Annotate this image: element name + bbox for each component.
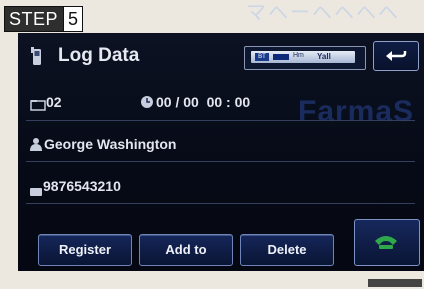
step-badge: STEP 5 <box>4 6 84 32</box>
delete-button[interactable]: Delete <box>240 234 334 266</box>
register-button[interactable]: Register <box>38 234 132 266</box>
person-icon <box>30 137 42 156</box>
phone-handset-icon <box>30 47 44 72</box>
back-arrow-icon <box>384 48 408 69</box>
divider <box>26 120 415 121</box>
signal-status: Yall <box>317 52 331 61</box>
log-data-screen: FarmaS Log Data BT Hm Yall 02 00 / 00 00… <box>18 33 424 271</box>
status-icon: BT Hm Yall <box>251 51 355 63</box>
image-code-tag <box>368 279 422 287</box>
divider <box>26 203 415 204</box>
divider <box>26 161 415 162</box>
call-datetime: 00 / 00 00 : 00 <box>156 94 251 110</box>
phone-number-icon <box>30 183 42 201</box>
call-button[interactable] <box>354 219 420 266</box>
roaming-status: Hm <box>293 52 304 59</box>
back-button[interactable] <box>373 41 419 71</box>
call-icon <box>373 233 399 256</box>
battery-icon <box>273 54 289 60</box>
page-title: Log Data <box>58 45 140 66</box>
message-counter: 02 <box>46 94 62 110</box>
step-label: STEP <box>5 7 64 31</box>
folder-icon <box>30 98 46 116</box>
watermark: FarmaS <box>298 95 415 128</box>
clock-icon <box>140 95 154 114</box>
add-to-button[interactable]: Add to <box>139 234 233 266</box>
top-faint-text: マヘーヘヘヘヘ <box>246 2 400 24</box>
bluetooth-status: BT <box>255 53 269 61</box>
status-indicator: BT Hm Yall <box>244 46 366 70</box>
contact-name: George Washington <box>44 136 177 152</box>
step-number: 5 <box>63 7 83 31</box>
phone-number: 9876543210 <box>43 178 121 194</box>
